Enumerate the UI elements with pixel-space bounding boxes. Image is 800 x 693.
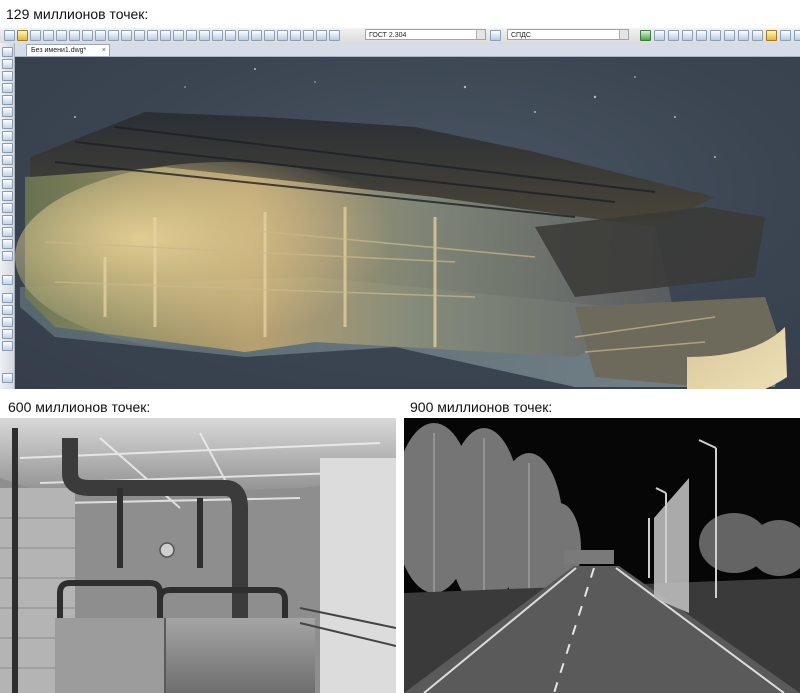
point-cloud-900m-road xyxy=(404,418,800,693)
layer-manager-icon[interactable] xyxy=(316,30,327,41)
markup-icon[interactable] xyxy=(277,30,288,41)
multileader-icon[interactable] xyxy=(668,30,679,41)
construction-line-icon[interactable] xyxy=(2,59,13,69)
lineweight-icon[interactable] xyxy=(794,30,800,41)
zoom-window-icon[interactable] xyxy=(199,30,210,41)
hatch-tool-icon[interactable] xyxy=(2,215,13,225)
publish-icon[interactable] xyxy=(82,30,93,41)
road-scan-image xyxy=(404,418,800,693)
caption-129-million-points: 129 миллионов точек: xyxy=(6,6,149,22)
pan-icon[interactable] xyxy=(173,30,184,41)
standard-dropdown[interactable]: СПДС xyxy=(507,29,629,40)
document-tab-bar: Без имени1.dwg* × xyxy=(14,43,800,57)
grid-icon[interactable] xyxy=(710,30,721,41)
rectangle-tool-icon[interactable] xyxy=(2,95,13,105)
undo-icon[interactable] xyxy=(147,30,158,41)
make-block-icon[interactable] xyxy=(2,191,13,201)
insert-block-icon[interactable] xyxy=(2,179,13,189)
polar-icon[interactable] xyxy=(752,30,763,41)
polygon-tool-icon[interactable] xyxy=(2,83,13,93)
toolbar-icon-group-right xyxy=(640,30,800,41)
tool-palettes-icon[interactable] xyxy=(251,30,262,41)
offset-tool-icon[interactable] xyxy=(2,329,13,339)
draw-toolbar-vertical xyxy=(0,43,15,389)
ellipse-tool-icon[interactable] xyxy=(2,155,13,165)
polyline-tool-icon[interactable] xyxy=(2,71,13,81)
point-cloud-600m-industrial xyxy=(0,418,396,693)
point-tool-icon[interactable] xyxy=(2,203,13,213)
cut-icon[interactable] xyxy=(95,30,106,41)
multiline-text-icon[interactable] xyxy=(2,275,13,285)
document-tab[interactable]: Без имени1.dwg* × xyxy=(26,44,110,56)
document-tab-label: Без имени1.dwg* xyxy=(31,47,87,54)
help-icon[interactable] xyxy=(303,30,314,41)
save-icon[interactable] xyxy=(30,30,41,41)
redo-icon[interactable] xyxy=(160,30,171,41)
zoom-previous-icon[interactable] xyxy=(212,30,223,41)
cad-application-window: ГОСТ 2.304 СПДС Без имени1.dwg* × xyxy=(0,28,800,389)
gradient-tool-icon[interactable] xyxy=(2,227,13,237)
circle-tool-icon[interactable] xyxy=(2,119,13,129)
print-preview-icon[interactable] xyxy=(69,30,80,41)
spds-icon[interactable] xyxy=(640,30,651,41)
toolbar-icon-group-left xyxy=(4,30,340,41)
design-center-icon[interactable] xyxy=(238,30,249,41)
osnap-icon[interactable] xyxy=(766,30,777,41)
revision-cloud-icon[interactable] xyxy=(2,131,13,141)
match-properties-icon[interactable] xyxy=(134,30,145,41)
move-tool-icon[interactable] xyxy=(2,373,13,383)
text-style-value: ГОСТ 2.304 xyxy=(369,32,407,39)
arc-tool-icon[interactable] xyxy=(2,107,13,117)
block-icon[interactable] xyxy=(682,30,693,41)
standard-value: СПДС xyxy=(511,32,531,39)
chevron-down-icon xyxy=(476,30,485,39)
paste-icon[interactable] xyxy=(121,30,132,41)
caption-900-million-points: 900 миллионов точек: xyxy=(410,399,553,415)
measure-icon[interactable] xyxy=(696,30,707,41)
drawing-viewport[interactable] xyxy=(15,57,800,389)
copy-icon[interactable] xyxy=(108,30,119,41)
table-icon[interactable] xyxy=(654,30,665,41)
text-style-dropdown[interactable]: ГОСТ 2.304 xyxy=(365,29,486,40)
line-tool-icon[interactable] xyxy=(2,47,13,57)
main-toolbar: ГОСТ 2.304 СПДС xyxy=(0,28,800,44)
calculator-icon[interactable] xyxy=(290,30,301,41)
industrial-scan-image xyxy=(0,418,396,693)
table-tool-icon[interactable] xyxy=(2,251,13,261)
open-folder-icon[interactable] xyxy=(17,30,28,41)
copy-tool-icon[interactable] xyxy=(2,305,13,315)
erase-tool-icon[interactable] xyxy=(2,293,13,303)
sheet-set-icon[interactable] xyxy=(264,30,275,41)
toolbar-icon-group-mid xyxy=(490,30,501,41)
caption-600-million-points: 600 миллионов точек: xyxy=(8,399,151,415)
region-tool-icon[interactable] xyxy=(2,239,13,249)
zoom-realtime-icon[interactable] xyxy=(186,30,197,41)
new-file-icon[interactable] xyxy=(4,30,15,41)
spline-tool-icon[interactable] xyxy=(2,143,13,153)
text-style-icon[interactable] xyxy=(329,30,340,41)
snap-icon[interactable] xyxy=(724,30,735,41)
ortho-icon[interactable] xyxy=(738,30,749,41)
mirror-tool-icon[interactable] xyxy=(2,317,13,327)
chevron-down-icon xyxy=(619,30,628,39)
otrack-icon[interactable] xyxy=(780,30,791,41)
dimension-style-icon[interactable] xyxy=(490,30,501,41)
print-icon[interactable] xyxy=(56,30,67,41)
ellipse-arc-icon[interactable] xyxy=(2,167,13,177)
array-tool-icon[interactable] xyxy=(2,341,13,351)
close-icon[interactable]: × xyxy=(102,45,106,56)
save-all-icon[interactable] xyxy=(43,30,54,41)
point-cloud-129m xyxy=(15,68,787,389)
properties-icon[interactable] xyxy=(225,30,236,41)
